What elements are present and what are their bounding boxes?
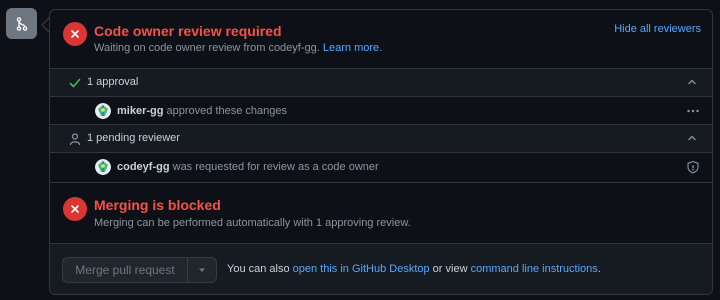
x-circle-icon: [63, 197, 87, 221]
git-branch-icon: [6, 8, 37, 39]
review-status-section: Code owner review required Waiting on co…: [50, 10, 712, 68]
avatar[interactable]: [95, 103, 111, 119]
command-line-instructions-link[interactable]: command line instructions: [471, 263, 598, 275]
note-prefix: You can also: [227, 263, 293, 275]
pending-header-label: 1 pending reviewer: [87, 132, 180, 144]
approvals-group-header[interactable]: 1 approval: [50, 68, 712, 96]
pending-reviewer-text: codeyf-gg was requested for review as a …: [117, 161, 379, 173]
merge-actions: Merge pull request You can also open thi…: [50, 243, 712, 294]
merge-alternatives-note: You can also open this in GitHub Desktop…: [227, 263, 601, 275]
reviewer-name[interactable]: miker-gg: [117, 105, 163, 117]
review-status-title: Code owner review required: [94, 23, 282, 39]
reviewer-name[interactable]: codeyf-gg: [117, 161, 170, 173]
chevron-up-icon[interactable]: [686, 76, 698, 88]
note-middle: or view: [429, 263, 471, 275]
x-circle-icon: [63, 22, 87, 46]
pending-group-header[interactable]: 1 pending reviewer: [50, 124, 712, 152]
hide-all-reviewers-link[interactable]: Hide all reviewers: [614, 23, 701, 35]
triangle-down-icon: [199, 268, 205, 272]
reviewer-row-approved: miker-gg approved these changes: [50, 96, 712, 124]
review-status-subtitle: Waiting on code owner review from codeyf…: [94, 42, 382, 54]
open-github-desktop-link[interactable]: open this in GitHub Desktop: [293, 263, 430, 275]
note-suffix: .: [597, 263, 601, 275]
approvals-header-label: 1 approval: [87, 76, 139, 88]
person-icon: [69, 133, 81, 146]
reviewer-action: was requested for review as a code owner: [172, 161, 379, 173]
merge-blocked-section: Merging is blocked Merging can be perfor…: [50, 183, 712, 243]
pr-merge-section: Code owner review required Waiting on co…: [0, 0, 720, 300]
learn-more-link[interactable]: Learn more.: [323, 42, 382, 54]
shield-lock-icon[interactable]: [686, 160, 700, 174]
merge-method-dropdown[interactable]: [187, 257, 217, 283]
merge-box: Code owner review required Waiting on co…: [49, 9, 713, 295]
avatar[interactable]: [95, 159, 111, 175]
chevron-up-icon[interactable]: [686, 132, 698, 144]
merge-pull-request-button[interactable]: Merge pull request: [62, 257, 187, 283]
reviewer-action: approved these changes: [166, 105, 288, 117]
merge-status-title: Merging is blocked: [94, 197, 221, 213]
check-icon: [69, 78, 81, 88]
reviewer-row-pending: codeyf-gg was requested for review as a …: [50, 152, 712, 180]
review-subtitle-text: Waiting on code owner review from codeyf…: [94, 42, 323, 54]
kebab-horizontal-icon[interactable]: [686, 104, 700, 118]
approved-reviewer-text: miker-gg approved these changes: [117, 105, 287, 117]
merge-status-subtitle: Merging can be performed automatically w…: [94, 217, 411, 229]
